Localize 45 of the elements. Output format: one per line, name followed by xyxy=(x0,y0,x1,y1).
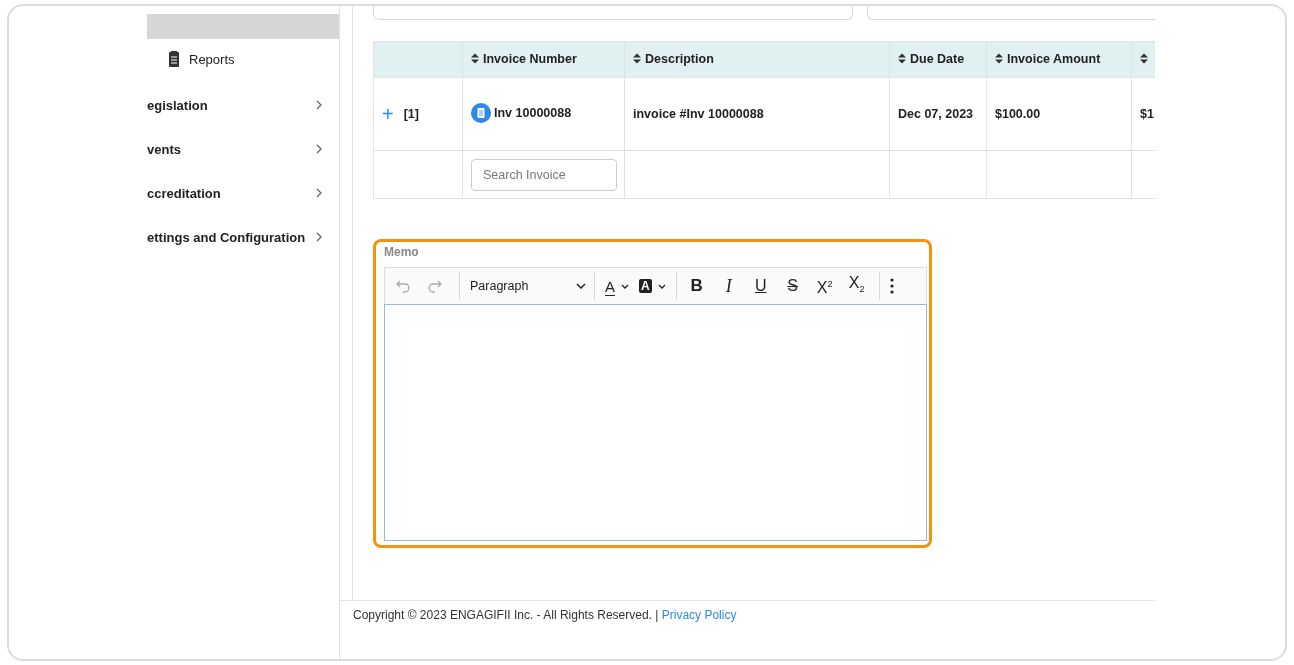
table-cell: Inv 10000088 xyxy=(494,105,572,120)
sort-icon xyxy=(633,53,641,65)
chevron-down-icon xyxy=(576,283,586,289)
privacy-policy-link[interactable]: Privacy Policy xyxy=(661,608,737,622)
sort-icon xyxy=(898,53,906,65)
more-icon[interactable] xyxy=(889,278,894,294)
sidebar-item[interactable]: ccreditation xyxy=(147,171,339,215)
column-header[interactable]: Description xyxy=(624,41,890,78)
memo-label: Memo xyxy=(384,245,420,261)
chevron-right-icon xyxy=(315,232,323,242)
strike-button[interactable]: S xyxy=(782,278,803,294)
italic-button[interactable]: I xyxy=(718,278,739,294)
document-icon xyxy=(471,102,491,123)
chevron-right-icon xyxy=(315,100,323,110)
document-icon xyxy=(169,51,179,67)
sidebar-item[interactable]: Reports xyxy=(147,42,339,76)
expand-icon[interactable]: + xyxy=(382,102,394,125)
chevron-right-icon xyxy=(315,188,323,198)
sidebar-item[interactable]: egislation xyxy=(147,83,339,127)
text-color-button[interactable]: A xyxy=(605,277,629,295)
underline-button[interactable]: U xyxy=(750,278,771,294)
table-cell: invoice #Inv 10000088 xyxy=(624,77,890,151)
search-field[interactable]: Search Invoice xyxy=(471,158,617,191)
chevron-down-icon xyxy=(657,283,666,289)
chevron-right-icon xyxy=(315,144,323,154)
input-field[interactable] xyxy=(373,6,853,20)
sidebar-item[interactable]: ettings and Configuration xyxy=(147,215,339,259)
highlight-color-button[interactable]: A xyxy=(639,279,666,293)
copyright-text: Copyright © 2023 ENGAGIFII Inc. - All Rights Reserved. | xyxy=(353,608,659,622)
super-button[interactable]: X$^{2}$ xyxy=(814,275,835,297)
sidebar-item[interactable]: vents xyxy=(147,127,339,171)
column-header[interactable]: Invoice Amount xyxy=(986,41,1132,78)
bold-button[interactable]: B xyxy=(686,278,707,294)
sub-button[interactable]: X$_{2}$ xyxy=(846,274,867,298)
column-header[interactable]: Invoice Number xyxy=(462,41,625,78)
row-index: [1] xyxy=(403,106,419,121)
table-cell: $100.00 xyxy=(986,77,1132,151)
column-header[interactable]: Due Date xyxy=(889,41,987,78)
table-cell: Dec 07, 2023 xyxy=(889,77,987,151)
paragraph-dropdown[interactable]: Paragraph xyxy=(470,279,586,293)
chevron-down-icon xyxy=(621,283,629,289)
sort-icon xyxy=(471,53,479,65)
input-field[interactable] xyxy=(867,6,1155,20)
sort-icon xyxy=(1140,52,1148,64)
sort-icon xyxy=(995,53,1003,65)
